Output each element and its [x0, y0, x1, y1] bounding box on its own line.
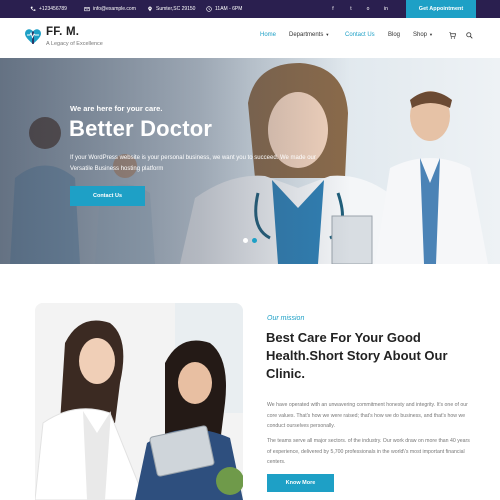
- linkedin-icon[interactable]: in: [382, 5, 390, 13]
- nav-item-label: Shop: [413, 32, 428, 38]
- envelope-icon: [84, 7, 90, 12]
- contact-us-button[interactable]: Contact Us: [70, 186, 145, 206]
- hours-info: 11AM - 6PM: [206, 0, 242, 18]
- instagram-icon[interactable]: o: [364, 5, 372, 13]
- phone-info[interactable]: +123456789: [30, 0, 67, 18]
- slider-dot-1[interactable]: [243, 238, 248, 243]
- nav-item-label: Departments: [289, 32, 324, 38]
- chevron-down-icon: ▼: [325, 32, 330, 37]
- nav-item-departments[interactable]: Departments ▼: [289, 32, 329, 38]
- cart-icon[interactable]: [449, 32, 456, 39]
- brand-tagline: A Legacy of Excellence: [46, 41, 103, 47]
- twitter-icon[interactable]: t: [347, 5, 355, 13]
- hero-text: If your WordPress website is your person…: [70, 155, 316, 172]
- facebook-icon[interactable]: f: [329, 5, 337, 13]
- clock-icon: [206, 6, 212, 12]
- nav-item-shop[interactable]: Shop ▼: [413, 32, 433, 38]
- phone-icon: [30, 6, 36, 11]
- email-text: info@example.com: [93, 6, 136, 12]
- address-info: Sumter,SC 29150: [147, 0, 195, 18]
- nav-item-label: Blog: [388, 32, 401, 38]
- main-navbar: FF. M. A Legacy of Excellence Home Depar…: [0, 18, 500, 58]
- search-icon[interactable]: [466, 32, 473, 39]
- phone-text: +123456789: [39, 6, 67, 12]
- doctors-with-tablet-image: [35, 303, 243, 500]
- mission-kicker: Our mission: [267, 315, 305, 322]
- top-bar: +123456789 info@example.com Sumter,SC 29…: [0, 0, 500, 18]
- email-info[interactable]: info@example.com: [84, 0, 136, 18]
- hero-title: Better Doctor: [69, 116, 213, 141]
- brand-name[interactable]: FF. M.: [46, 26, 79, 38]
- hero-kicker: We are here for your care.: [70, 104, 163, 113]
- address-text: Sumter,SC 29150: [156, 6, 196, 12]
- nav-item-label: Contact Us: [345, 32, 375, 38]
- hours-text: 11AM - 6PM: [215, 6, 243, 12]
- location-icon: [148, 6, 152, 12]
- clinic-photo: [35, 303, 243, 500]
- nav-item-home[interactable]: Home: [260, 32, 276, 38]
- get-appointment-button[interactable]: Get Appointment: [406, 0, 476, 18]
- heart-logo-icon[interactable]: [24, 26, 42, 46]
- nav-item-label: Home: [260, 32, 277, 38]
- slider-dot-2[interactable]: [252, 238, 257, 243]
- mission-title: Best Care For Your Good Health.Short Sto…: [266, 330, 448, 381]
- nav-item-contact-us[interactable]: Contact Us: [345, 32, 375, 38]
- chevron-down-icon: ▼: [429, 32, 433, 37]
- nav-item-blog[interactable]: Blog: [388, 32, 400, 38]
- hero-slider: We are here for your care. Better Doctor…: [0, 58, 500, 264]
- mission-paragraph-2: The teams serve all major sectors. of th…: [267, 438, 470, 465]
- know-more-button[interactable]: Know More: [267, 474, 334, 492]
- mission-paragraph-1: We have operated with an unwavering comm…: [267, 402, 468, 429]
